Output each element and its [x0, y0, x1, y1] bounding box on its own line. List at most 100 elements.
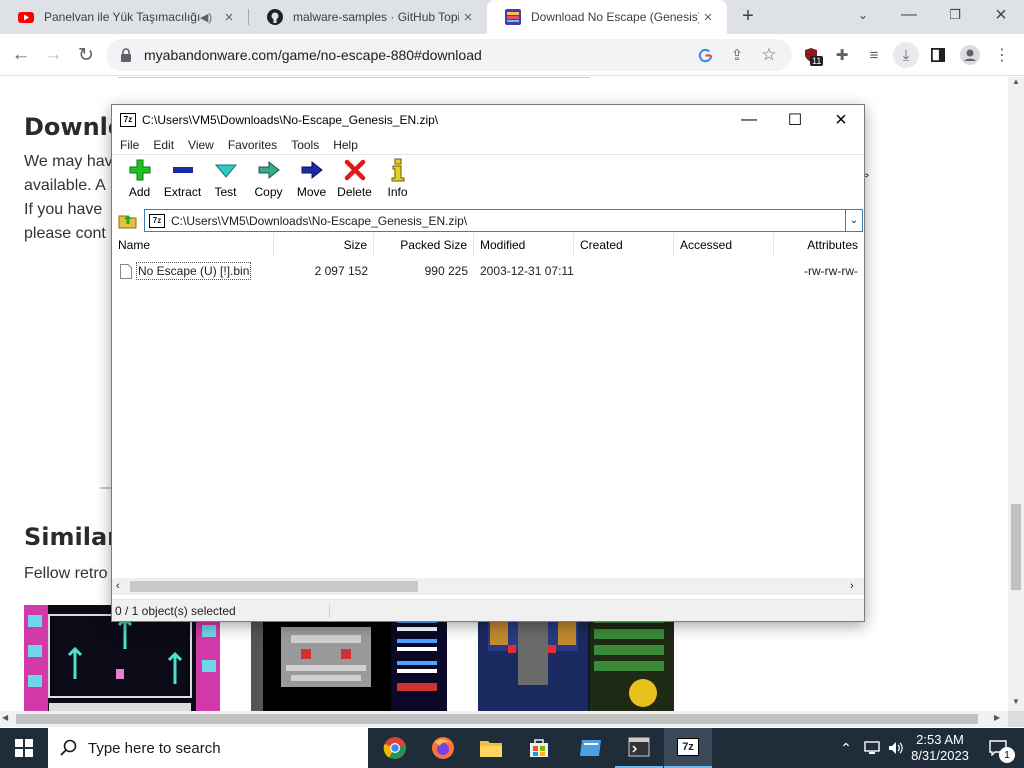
column-created[interactable]: Created	[574, 233, 674, 257]
7zip-logo-icon: 7z	[120, 113, 136, 127]
menu-help[interactable]: Help	[333, 138, 358, 152]
new-tab-button[interactable]: +	[736, 5, 760, 29]
taskbar-chrome[interactable]	[371, 728, 419, 768]
menu-favorites[interactable]: Favorites	[228, 138, 277, 152]
download-text-line: available. A	[24, 177, 106, 194]
table-row[interactable]: No Escape (U) [!].bin 2 097 152 990 225 …	[112, 261, 864, 281]
copy-button[interactable]: Copy	[247, 157, 290, 205]
volume-icon[interactable]	[884, 728, 908, 768]
close-window-icon[interactable]: ×	[818, 105, 864, 135]
menu-tools[interactable]: Tools	[291, 138, 319, 152]
close-icon[interactable]: ×	[459, 9, 477, 26]
scroll-left-icon[interactable]: ◀	[2, 713, 8, 722]
column-accessed[interactable]: Accessed	[674, 233, 774, 257]
scroll-left-icon[interactable]: ‹	[116, 580, 120, 592]
chevron-up-icon[interactable]: ⌃	[836, 728, 856, 768]
move-icon	[301, 160, 323, 180]
back-icon[interactable]: ←	[8, 42, 34, 68]
taskbar-app[interactable]	[567, 728, 615, 768]
page-vertical-scrollbar[interactable]: ▲ ▼	[1008, 77, 1024, 711]
reload-icon[interactable]: ↻	[73, 42, 99, 68]
file-accessed	[674, 261, 774, 281]
maximize-icon[interactable]: ☐	[772, 105, 818, 135]
close-icon[interactable]: ×	[220, 9, 238, 26]
add-icon	[129, 159, 150, 181]
myabandonware-icon	[505, 9, 521, 25]
menu-edit[interactable]: Edit	[153, 138, 174, 152]
page-horizontal-scrollbar[interactable]: ◀ ▶	[0, 711, 1008, 727]
7zip-logo-icon: 7z	[677, 738, 699, 756]
folder-icon	[480, 741, 502, 757]
minimize-icon[interactable]: —	[726, 105, 772, 135]
store-icon	[530, 739, 548, 757]
scroll-thumb[interactable]	[130, 581, 418, 592]
extract-icon	[172, 167, 193, 173]
clock[interactable]: 2:53 AM 8/31/2023	[908, 728, 972, 768]
speaker-icon[interactable]: ◀)	[200, 11, 212, 24]
column-packed-size[interactable]: Packed Size	[374, 233, 474, 257]
scroll-thumb[interactable]	[1011, 504, 1021, 590]
column-modified[interactable]: Modified	[474, 233, 574, 257]
move-button[interactable]: Move	[290, 157, 333, 205]
column-size[interactable]: Size	[274, 233, 374, 257]
scroll-right-icon[interactable]: ▶	[994, 713, 1000, 722]
folder-up-icon[interactable]	[118, 211, 138, 229]
side-panel-icon[interactable]	[925, 42, 951, 68]
column-attributes[interactable]: Attributes	[774, 233, 864, 257]
delete-button[interactable]: Delete	[333, 157, 376, 205]
file-attributes: -rw-rw-rw-	[804, 264, 858, 278]
notification-badge: 1	[999, 747, 1015, 763]
delete-label: Delete	[337, 185, 372, 199]
close-window-icon[interactable]: ×	[978, 0, 1024, 30]
window-title: C:\Users\VM5\Downloads\No-Escape_Genesis…	[142, 113, 439, 127]
chevron-down-icon[interactable]: ⌄	[845, 210, 862, 231]
tab-search-icon[interactable]: ⌄	[840, 0, 886, 30]
extensions-puzzle-icon[interactable]: ✚	[829, 42, 855, 68]
profile-avatar-icon[interactable]	[957, 42, 983, 68]
taskbar-firefox[interactable]	[419, 728, 467, 768]
toolbar: Add Extract Test Copy Move Delete Info	[112, 157, 864, 205]
download-icon[interactable]: ⤓	[893, 42, 919, 68]
notification-center[interactable]: 1	[978, 728, 1018, 768]
scroll-up-icon[interactable]: ▲	[1008, 77, 1024, 91]
scroll-thumb[interactable]	[16, 714, 978, 724]
file-modified: 2003-12-31 07:11	[480, 264, 574, 278]
reading-list-icon[interactable]: ≡	[861, 42, 887, 68]
tab-github[interactable]: malware-samples · GitHub Topics ×	[249, 0, 487, 34]
start-button[interactable]	[0, 728, 48, 768]
extension-shield-icon[interactable]: 11	[798, 42, 824, 68]
add-button[interactable]: Add	[118, 157, 161, 205]
address-bar[interactable]: myabandonware.com/game/no-escape-880#dow…	[106, 39, 792, 71]
file-icon	[120, 263, 132, 279]
network-icon[interactable]	[860, 728, 884, 768]
scroll-down-icon[interactable]: ▼	[1008, 697, 1024, 711]
menu-kebab-icon[interactable]: ⋮	[989, 42, 1015, 68]
menu-file[interactable]: File	[120, 138, 139, 152]
url-text: myabandonware.com/game/no-escape-880#dow…	[144, 47, 482, 63]
scroll-right-icon[interactable]: ›	[850, 580, 854, 592]
tab-youtube[interactable]: Panelvan ile Yük Taşımacılığı ◀) ×	[0, 0, 248, 34]
tab-myabandonware[interactable]: Download No Escape (Genesis) - ×	[487, 0, 727, 34]
column-name[interactable]: Name	[112, 233, 274, 257]
taskbar-7zip[interactable]: 7z	[664, 728, 712, 768]
scroll-corner	[1008, 711, 1024, 727]
info-button[interactable]: Info	[376, 157, 419, 205]
restore-icon[interactable]: ❐	[932, 0, 978, 30]
forward-icon[interactable]: →	[40, 42, 66, 68]
taskbar-file-explorer[interactable]	[467, 728, 515, 768]
close-icon[interactable]: ×	[699, 9, 717, 26]
taskbar-search-box[interactable]: Type here to search	[48, 728, 368, 768]
share-icon[interactable]: ⇪	[724, 42, 750, 68]
minimize-icon[interactable]: —	[886, 0, 932, 30]
file-packed-size: 990 225	[424, 264, 468, 278]
google-lens-icon[interactable]	[692, 42, 718, 68]
menu-view[interactable]: View	[188, 138, 214, 152]
taskbar-store[interactable]	[515, 728, 563, 768]
bookmark-star-icon[interactable]: ☆	[756, 42, 782, 68]
extract-button[interactable]: Extract	[161, 157, 204, 205]
test-button[interactable]: Test	[204, 157, 247, 205]
list-horizontal-scrollbar[interactable]: ‹ ›	[112, 578, 864, 595]
taskbar-terminal[interactable]	[615, 728, 663, 768]
list-header: Name Size Packed Size Modified Created A…	[112, 233, 864, 257]
path-combobox[interactable]: 7z C:\Users\VM5\Downloads\No-Escape_Gene…	[144, 209, 863, 232]
